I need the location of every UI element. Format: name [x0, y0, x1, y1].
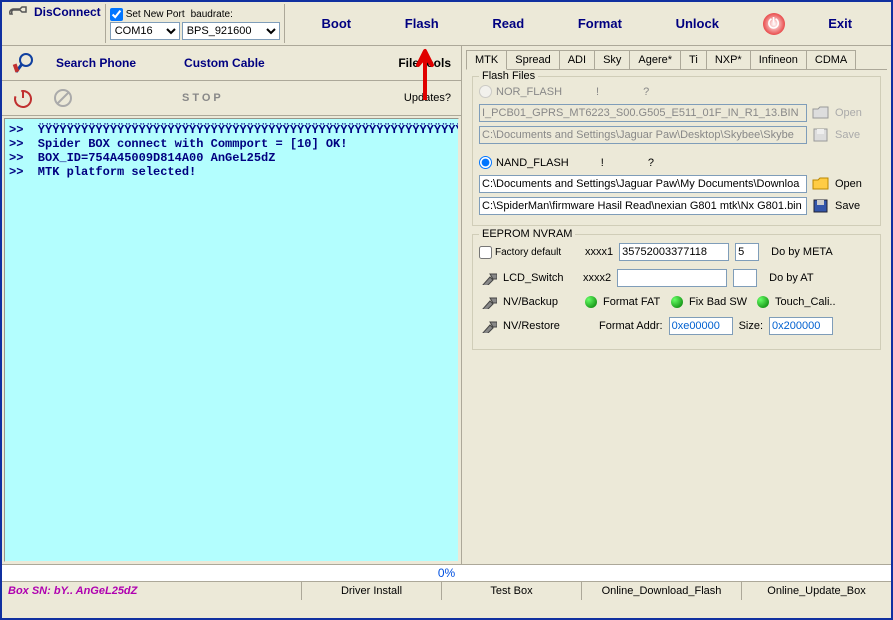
folder-open-icon[interactable]: [811, 176, 831, 192]
eeprom-group: EEPROM NVRAM Factory default xxxx1 Do by…: [472, 234, 881, 350]
nor-path-2: [479, 126, 807, 144]
format-addr-label: Format Addr:: [599, 320, 663, 332]
tab-spread[interactable]: Spread: [506, 50, 559, 69]
flash-files-title: Flash Files: [479, 70, 538, 82]
custom-cable-button[interactable]: Custom Cable: [184, 56, 265, 70]
nor-flash-radio[interactable]: [479, 85, 492, 98]
xxxx2-input[interactable]: [617, 269, 727, 287]
xxxx2-label: xxxx2: [583, 272, 611, 284]
factory-default-checkbox[interactable]: Factory default: [479, 246, 579, 259]
do-by-at-button[interactable]: Do by AT: [763, 270, 839, 286]
eeprom-title: EEPROM NVRAM: [479, 228, 575, 240]
xxxx1-input-b[interactable]: [735, 243, 759, 261]
driver-install-button[interactable]: Driver Install: [302, 582, 442, 600]
power-small-icon[interactable]: [12, 87, 34, 109]
connection-section: DisConnect: [4, 4, 106, 43]
dot-icon: [585, 296, 597, 308]
format-addr-input[interactable]: [669, 317, 733, 335]
status-bar: Box SN: bY.. AnGeL25dZ Driver Install Te…: [2, 581, 891, 600]
touch-cali-button[interactable]: Touch_Cali..: [775, 296, 836, 308]
nand-path-1[interactable]: [479, 175, 807, 193]
nand-flash-label: NAND_FLASH: [496, 157, 569, 169]
updates-button[interactable]: Updates?: [404, 92, 451, 104]
baudrate-select[interactable]: BPS_921600: [182, 22, 280, 40]
left-toolbar-1: Search Phone Custom Cable File tools: [2, 46, 461, 81]
tab-infineon[interactable]: Infineon: [750, 50, 807, 69]
search-icon: [12, 52, 38, 74]
nav-format[interactable]: Format: [568, 12, 632, 35]
nor-save-1: Save: [835, 129, 860, 141]
tab-ti[interactable]: Ti: [680, 50, 707, 69]
tab-cdma[interactable]: CDMA: [806, 50, 856, 69]
tab-adi[interactable]: ADI: [559, 50, 595, 69]
left-panel: Search Phone Custom Cable File tools STO…: [2, 46, 462, 564]
nav-read[interactable]: Read: [482, 12, 534, 35]
hammer-icon: [479, 319, 497, 333]
power-icon[interactable]: ⏻: [763, 13, 785, 35]
cancel-icon[interactable]: [52, 87, 74, 109]
main-area: Search Phone Custom Cable File tools STO…: [2, 46, 891, 564]
file-tools-button[interactable]: File tools: [398, 56, 451, 70]
size-input[interactable]: [769, 317, 833, 335]
stop-button[interactable]: STOP: [182, 92, 224, 104]
online-download-button[interactable]: Online_Download_Flash: [582, 582, 742, 600]
plug-icon: [8, 4, 32, 20]
nand-path-2[interactable]: [479, 197, 807, 215]
baudrate-label: baudrate:: [191, 9, 233, 20]
main-nav: Boot Flash Read Format Unlock ⏻ Exit: [284, 4, 889, 43]
nav-exit[interactable]: Exit: [818, 12, 862, 35]
tab-mtk[interactable]: MTK: [466, 50, 507, 70]
nav-boot[interactable]: Boot: [312, 12, 362, 35]
xxxx2-input-b[interactable]: [733, 269, 757, 287]
test-box-button[interactable]: Test Box: [442, 582, 582, 600]
right-panel: MTK Spread ADI Sky Agere* Ti NXP* Infine…: [462, 46, 891, 564]
search-phone-button[interactable]: Search Phone: [56, 56, 136, 70]
box-sn: Box SN: bY.. AnGeL25dZ: [2, 582, 302, 600]
lcd-switch-button[interactable]: LCD_Switch: [503, 272, 577, 284]
format-fat-button[interactable]: Format FAT: [603, 296, 665, 308]
tab-nxp[interactable]: NXP*: [706, 50, 751, 69]
nav-flash[interactable]: Flash: [395, 12, 449, 35]
progress-bar: 0%: [2, 564, 891, 581]
folder-icon: [811, 105, 831, 121]
nor-flash-label: NOR_FLASH: [496, 86, 562, 98]
left-toolbar-2: STOP Updates?: [2, 81, 461, 116]
disk-icon: [811, 127, 831, 143]
do-by-meta-button[interactable]: Do by META: [765, 244, 841, 260]
xxxx1-label: xxxx1: [585, 246, 613, 258]
nor-open-1: Open: [835, 107, 862, 119]
nv-backup-button[interactable]: NV/Backup: [503, 296, 579, 308]
dot-icon: [671, 296, 683, 308]
hammer-icon: [479, 271, 497, 285]
flash-files-group: Flash Files NOR_FLASH ! ? Open Save: [472, 76, 881, 226]
online-update-button[interactable]: Online_Update_Box: [742, 582, 891, 600]
nv-restore-button[interactable]: NV/Restore: [503, 320, 593, 332]
set-new-port-checkbox[interactable]: Set New Port: [110, 8, 185, 21]
nand-open-button[interactable]: Open: [835, 178, 862, 190]
port-section: Set New Port baudrate: COM16 BPS_921600: [106, 8, 284, 40]
size-label: Size:: [739, 320, 763, 332]
tab-sky[interactable]: Sky: [594, 50, 630, 69]
nav-unlock[interactable]: Unlock: [666, 12, 729, 35]
fix-bad-sw-button[interactable]: Fix Bad SW: [689, 296, 751, 308]
dot-icon: [757, 296, 769, 308]
xxxx1-input[interactable]: [619, 243, 729, 261]
hammer-icon: [479, 295, 497, 309]
platform-tabs: MTK Spread ADI Sky Agere* Ti NXP* Infine…: [466, 50, 887, 70]
port-select[interactable]: COM16: [110, 22, 180, 40]
nand-save-button[interactable]: Save: [835, 200, 860, 212]
disk-save-icon[interactable]: [811, 198, 831, 214]
top-toolbar: DisConnect Set New Port baudrate: COM16 …: [2, 2, 891, 46]
nand-flash-radio[interactable]: [479, 156, 492, 169]
log-output: >> ŸŸŸŸŸŸŸŸŸŸŸŸŸŸŸŸŸŸŸŸŸŸŸŸŸŸŸŸŸŸŸŸŸŸŸŸŸ…: [4, 118, 459, 562]
tab-agere[interactable]: Agere*: [629, 50, 681, 69]
nor-path-1: [479, 104, 807, 122]
disconnect-button[interactable]: DisConnect: [34, 5, 101, 19]
